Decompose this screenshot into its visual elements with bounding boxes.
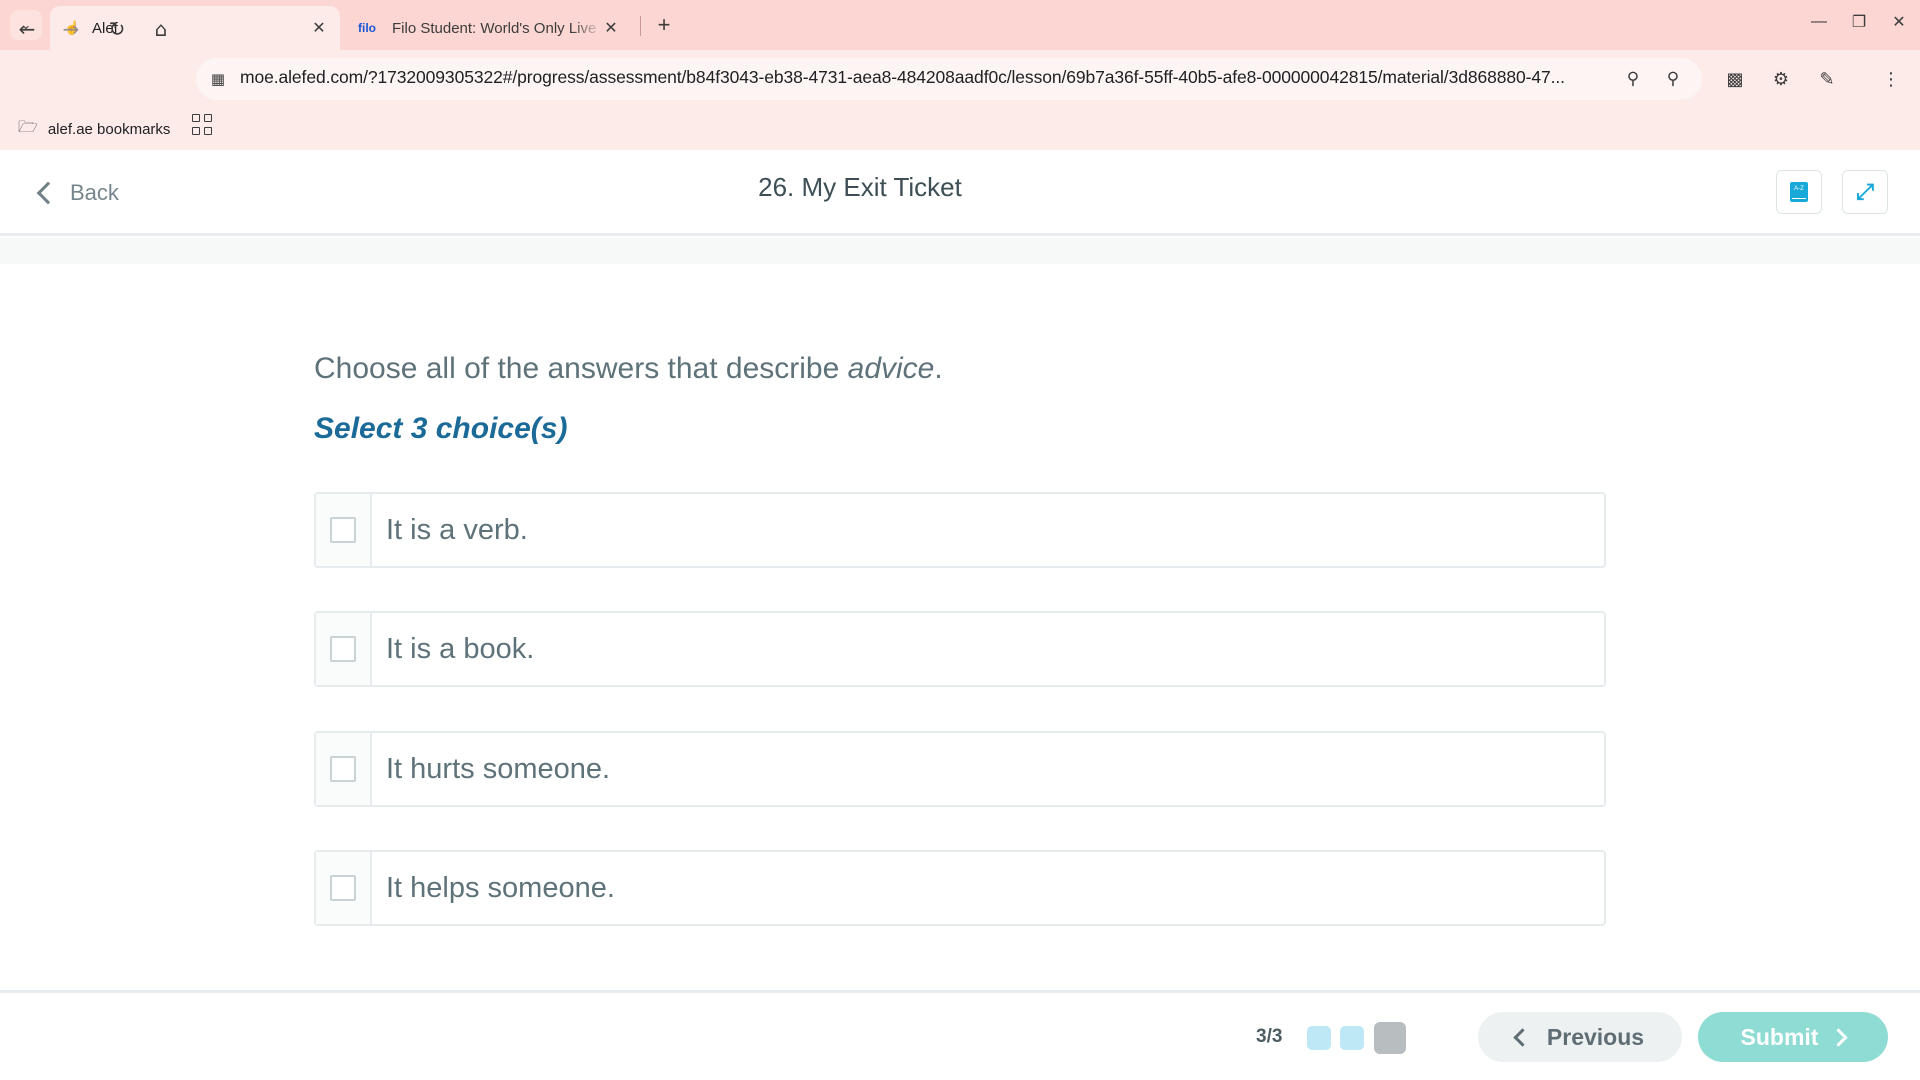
glossary-button[interactable]: A-Z [1776, 170, 1822, 214]
apps-grid-icon[interactable] [192, 114, 214, 136]
answer-choice[interactable]: It hurts someone. [314, 731, 1606, 807]
submit-button[interactable]: Submit [1698, 1012, 1888, 1062]
checkbox[interactable] [330, 875, 356, 901]
glossary-book-icon: A-Z [1790, 182, 1808, 202]
checkbox[interactable] [330, 756, 356, 782]
progress-step-done[interactable] [1340, 1026, 1364, 1050]
home-icon[interactable]: ⌂ [146, 14, 176, 44]
back-arrow-icon[interactable]: ← [12, 14, 42, 44]
prompt-prefix: Choose all of the answers that describe [314, 352, 848, 385]
folder-icon: 🗁 [18, 119, 38, 136]
close-window-icon[interactable]: ✕ [1884, 8, 1914, 36]
zoom-icon[interactable]: ⚲ [1660, 66, 1686, 92]
minimize-icon[interactable]: — [1804, 8, 1834, 36]
progress-counter: 3/3 [1256, 1026, 1283, 1047]
chevron-left-icon [36, 181, 60, 205]
page-title: 26. My Exit Ticket [758, 172, 962, 202]
more-menu-icon[interactable]: ⋮ [1876, 64, 1906, 94]
bookmark-folder[interactable]: 🗁 alef.ae bookmarks [18, 116, 170, 143]
previous-label: Previous [1546, 1023, 1645, 1050]
answer-choice[interactable]: It helps someone. [314, 850, 1606, 926]
site-info-icon[interactable]: ▦ [208, 68, 228, 90]
progress-step-done[interactable] [1307, 1026, 1331, 1050]
answer-choice[interactable]: It is a verb. [314, 492, 1606, 568]
tab-alef[interactable]: ☝ Alef ✕ [50, 6, 340, 50]
tab-filo[interactable]: filo Filo Student: World's Only Live Ins… [348, 6, 632, 50]
back-label: Back [70, 180, 119, 205]
submit-label: Submit [1740, 1023, 1819, 1050]
checkbox-cell[interactable] [316, 494, 372, 566]
checkbox[interactable] [330, 517, 356, 543]
filo-logo-icon: filo [358, 21, 376, 35]
puzzle-extensions-icon[interactable]: ✎ [1812, 64, 1842, 94]
restore-window-icon[interactable]: ❐ [1844, 8, 1874, 36]
cast-icon[interactable]: ▩ [1720, 64, 1750, 94]
close-tab-icon[interactable]: ✕ [310, 18, 328, 38]
answer-choice[interactable]: It is a book. [314, 611, 1606, 687]
choice-instruction: Select 3 choice(s) [314, 412, 568, 445]
close-tab-icon[interactable]: ✕ [602, 18, 620, 38]
tab-separator [640, 16, 641, 36]
prompt-emphasis: advice [847, 352, 935, 385]
previous-button[interactable]: Previous [1478, 1012, 1682, 1062]
checkbox-cell[interactable] [316, 852, 372, 924]
expand-icon: ⤢ [1856, 179, 1874, 205]
extension-gear-icon[interactable]: ⚙ [1766, 64, 1796, 94]
header-shadow-band [0, 238, 1920, 264]
fullscreen-button[interactable]: ⤢ [1842, 170, 1888, 214]
choice-label[interactable]: It helps someone. [372, 852, 1604, 924]
bookmark-folder-label: alef.ae bookmarks [47, 121, 171, 138]
checkbox-cell[interactable] [316, 733, 372, 805]
new-tab-button[interactable]: + [650, 10, 678, 40]
tab-title: Filo Student: World's Only Live Instant … [392, 19, 602, 37]
choice-label[interactable]: It hurts someone. [372, 733, 1604, 805]
forward-arrow-icon[interactable]: → [56, 14, 86, 44]
chevron-left-icon [1513, 1027, 1532, 1047]
question-prompt: Choose all of the answers that describe … [314, 352, 943, 386]
checkbox-cell[interactable] [316, 613, 372, 685]
checkbox[interactable] [330, 636, 356, 662]
progress-step-current[interactable] [1374, 1022, 1406, 1054]
choice-label[interactable]: It is a verb. [372, 494, 1604, 566]
chevron-right-icon [1829, 1027, 1849, 1047]
bookmarks-bar [0, 108, 1920, 150]
choice-label[interactable]: It is a book. [372, 613, 1604, 685]
back-button[interactable]: Back [34, 176, 119, 210]
prompt-suffix: . [934, 352, 943, 385]
url-text[interactable]: moe.alefed.com/?1732009305322#/progress/… [240, 67, 1610, 91]
reload-icon[interactable]: ↻ [102, 14, 132, 44]
location-pin-icon[interactable]: ⚲ [1620, 66, 1646, 92]
